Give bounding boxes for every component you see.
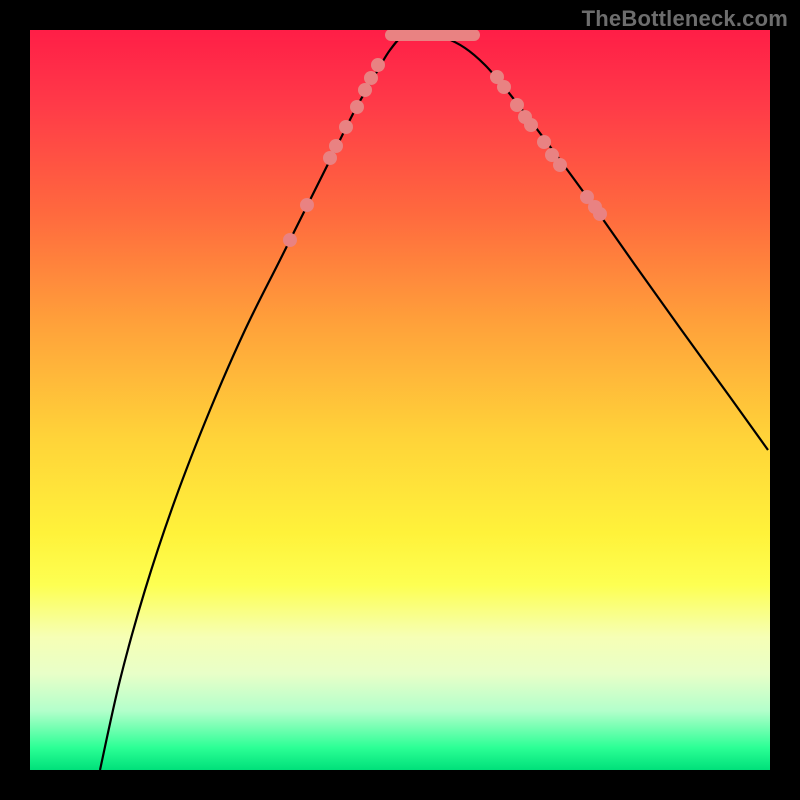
data-point: [593, 207, 607, 221]
data-point: [329, 139, 343, 153]
data-point: [283, 233, 297, 247]
data-point: [300, 198, 314, 212]
plot-area: [30, 30, 770, 770]
data-point: [358, 83, 372, 97]
curve-bottom-bar: [385, 30, 480, 41]
outer-frame: TheBottleneck.com: [0, 0, 800, 800]
data-point: [553, 158, 567, 172]
watermark-text: TheBottleneck.com: [582, 6, 788, 32]
data-point: [537, 135, 551, 149]
data-point: [371, 58, 385, 72]
data-point: [497, 80, 511, 94]
data-point: [524, 118, 538, 132]
bottleneck-curve: [100, 34, 768, 770]
data-point: [510, 98, 524, 112]
data-point: [364, 71, 378, 85]
data-point: [339, 120, 353, 134]
data-point: [350, 100, 364, 114]
data-point: [323, 151, 337, 165]
curve-layer: [30, 30, 770, 770]
